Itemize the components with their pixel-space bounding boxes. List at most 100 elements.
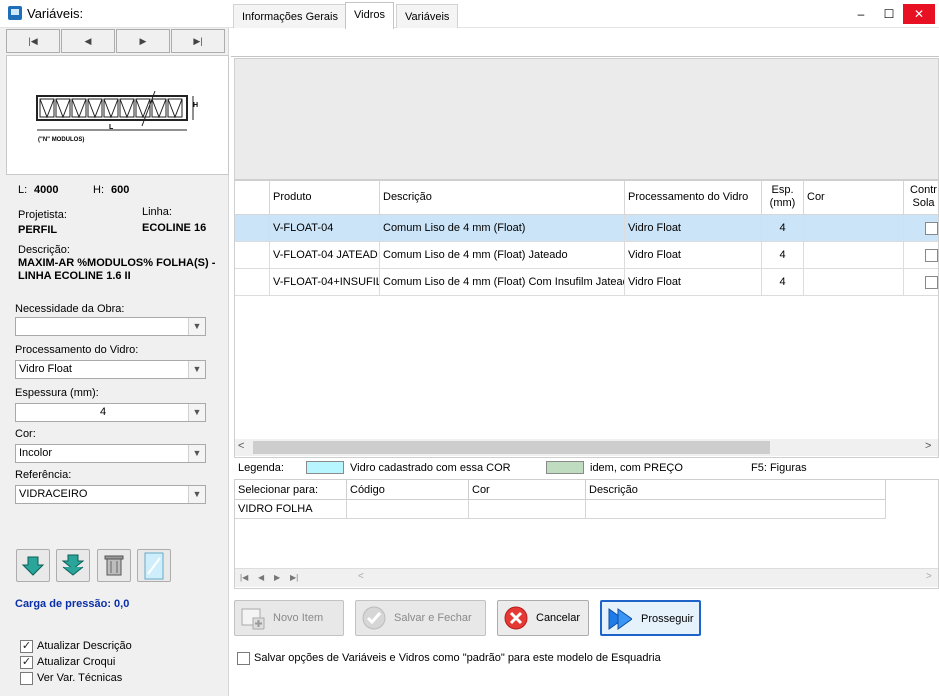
cell-produto: V-FLOAT-04 JATEAD xyxy=(270,242,380,269)
glass-button[interactable] xyxy=(137,549,171,582)
grid2-header-selecionar[interactable]: Selecionar para: xyxy=(235,480,347,500)
salvar-padrao-checkbox[interactable] xyxy=(237,652,250,665)
salvar-fechar-button[interactable]: Salvar e Fechar xyxy=(355,600,486,636)
sketch-drawing xyxy=(35,56,201,174)
maximize-button[interactable]: ☐ xyxy=(873,0,905,28)
referencia-select[interactable]: VIDRACEIRO ▼ xyxy=(15,485,206,504)
cor-select[interactable]: Incolor ▼ xyxy=(15,444,206,463)
controle-solar-checkbox[interactable] xyxy=(925,222,938,235)
delete-button[interactable] xyxy=(97,549,131,582)
cell-esp: 4 xyxy=(762,215,804,242)
chevron-down-icon[interactable]: ▼ xyxy=(188,486,205,503)
nav-prev-button[interactable]: ◀ xyxy=(61,29,115,53)
tab-informacoes-gerais[interactable]: Informações Gerais xyxy=(233,4,347,28)
cell-esp: 4 xyxy=(762,242,804,269)
grid-header-esp-line2: (mm) xyxy=(769,197,796,209)
chevron-down-icon[interactable]: ▼ xyxy=(188,318,205,335)
cell-processamento: Vidro Float xyxy=(625,242,762,269)
controle-solar-checkbox[interactable] xyxy=(925,249,938,262)
processamento-select[interactable]: Vidro Float ▼ xyxy=(15,360,206,379)
table-row[interactable]: V-FLOAT-04 Comum Liso de 4 mm (Float) Vi… xyxy=(235,215,938,242)
necessidade-label: Necessidade da Obra: xyxy=(15,303,125,315)
grid2-scroll-left[interactable]: < xyxy=(358,571,364,582)
grid-header-esp[interactable]: Esp. (mm) xyxy=(762,181,804,215)
window-title: Variáveis: xyxy=(27,6,84,21)
espessura-select[interactable]: 4 ▼ xyxy=(15,403,206,422)
cell-cor xyxy=(804,269,904,296)
nav-next-button[interactable]: ▶ xyxy=(116,29,170,53)
row-indicator xyxy=(235,242,270,269)
glass-preview-area xyxy=(234,58,939,180)
necessidade-select[interactable]: ▼ xyxy=(15,317,206,336)
grid2-cell-descricao[interactable] xyxy=(586,500,886,519)
carga-pressao: Carga de pressão: 0,0 xyxy=(15,598,130,610)
grid-header-descricao[interactable]: Descrição xyxy=(380,181,625,215)
grid2-cell-codigo[interactable] xyxy=(347,500,469,519)
salvar-padrao-label: Salvar opções de Variáveis e Vidros como… xyxy=(254,652,661,664)
scrollbar-thumb[interactable] xyxy=(253,441,770,454)
novo-item-button[interactable]: Novo Item xyxy=(234,600,344,636)
processamento-label: Processamento do Vidro: xyxy=(15,344,139,356)
grid2-header-cor[interactable]: Cor xyxy=(469,480,586,500)
forward-arrow-icon xyxy=(608,608,632,630)
chevron-down-icon[interactable]: ▼ xyxy=(188,445,205,462)
atualizar-descricao-label: Atualizar Descrição xyxy=(37,640,132,652)
close-button[interactable]: ✕ xyxy=(903,4,935,24)
chevron-down-icon[interactable]: ▼ xyxy=(188,404,205,421)
espessura-label: Espessura (mm): xyxy=(15,387,99,399)
projetista-value: PERFIL xyxy=(18,224,58,236)
title-bar xyxy=(0,0,939,28)
grid2-header-codigo[interactable]: Código xyxy=(347,480,469,500)
window-sketch-preview: H L ("N" MODULOS) xyxy=(6,55,229,175)
rec-next-button[interactable]: ▶ xyxy=(274,573,280,582)
move-down-button[interactable] xyxy=(16,549,50,582)
grid2-cell-cor[interactable] xyxy=(469,500,586,519)
grid-header-cor[interactable]: Cor xyxy=(804,181,904,215)
grid-header-controle-solar[interactable]: Contr Sola xyxy=(904,181,938,215)
processamento-value: Vidro Float xyxy=(19,363,72,375)
add-document-icon xyxy=(241,608,265,630)
grid-header-produto[interactable]: Produto xyxy=(270,181,380,215)
grid-header-ctrl-line2: Sola xyxy=(912,197,935,209)
record-navigator xyxy=(235,568,938,587)
grid2-cell-selecionar[interactable]: VIDRO FOLHA xyxy=(235,500,347,519)
cor-value: Incolor xyxy=(19,447,53,459)
salvar-fechar-label: Salvar e Fechar xyxy=(394,612,472,624)
linha-label: Linha: xyxy=(142,206,172,218)
nav-first-button[interactable]: |◀ xyxy=(6,29,60,53)
cell-cor xyxy=(804,215,904,242)
grid2-header-descricao[interactable]: Descrição xyxy=(586,480,886,500)
glass-grid[interactable]: Produto Descrição Processamento do Vidro… xyxy=(234,180,939,458)
tab-vidros[interactable]: Vidros xyxy=(345,2,394,29)
grid-header-esp-line1: Esp. xyxy=(771,184,794,196)
grid2-scroll-right[interactable]: > xyxy=(926,571,932,582)
atualizar-descricao-checkbox[interactable]: ✓ xyxy=(20,640,33,653)
table-row[interactable]: V-FLOAT-04 JATEAD Comum Liso de 4 mm (Fl… xyxy=(235,242,938,269)
ver-var-tecnicas-label: Ver Var. Técnicas xyxy=(37,672,123,684)
row-indicator xyxy=(235,215,270,242)
scroll-left-arrow[interactable]: < xyxy=(238,440,244,452)
move-bottom-button[interactable] xyxy=(56,549,90,582)
cell-descricao: Comum Liso de 4 mm (Float) xyxy=(380,215,625,242)
nav-last-button[interactable]: ▶| xyxy=(171,29,225,53)
cancelar-label: Cancelar xyxy=(536,612,581,624)
cell-processamento: Vidro Float xyxy=(625,215,762,242)
descricao-line2: LINHA ECOLINE 1.6 II xyxy=(18,270,131,282)
projetista-label: Projetista: xyxy=(18,209,67,221)
rec-last-button[interactable]: ▶| xyxy=(290,573,298,582)
scroll-right-arrow[interactable]: > xyxy=(925,440,931,452)
referencia-label: Referência: xyxy=(15,469,72,481)
cell-cor xyxy=(804,242,904,269)
tab-variaveis[interactable]: Variáveis xyxy=(396,4,459,28)
rec-first-button[interactable]: |◀ xyxy=(240,573,248,582)
prosseguir-button[interactable]: Prosseguir xyxy=(600,600,701,636)
ver-var-tecnicas-checkbox[interactable] xyxy=(20,672,33,685)
trash-icon xyxy=(104,555,124,576)
atualizar-croqui-checkbox[interactable]: ✓ xyxy=(20,656,33,669)
controle-solar-checkbox[interactable] xyxy=(925,276,938,289)
rec-prev-button[interactable]: ◀ xyxy=(258,573,264,582)
cancelar-button[interactable]: Cancelar xyxy=(497,600,589,636)
table-row[interactable]: V-FLOAT-04+INSUFIL Comum Liso de 4 mm (F… xyxy=(235,269,938,296)
grid-header-processamento[interactable]: Processamento do Vidro xyxy=(625,181,762,215)
chevron-down-icon[interactable]: ▼ xyxy=(188,361,205,378)
